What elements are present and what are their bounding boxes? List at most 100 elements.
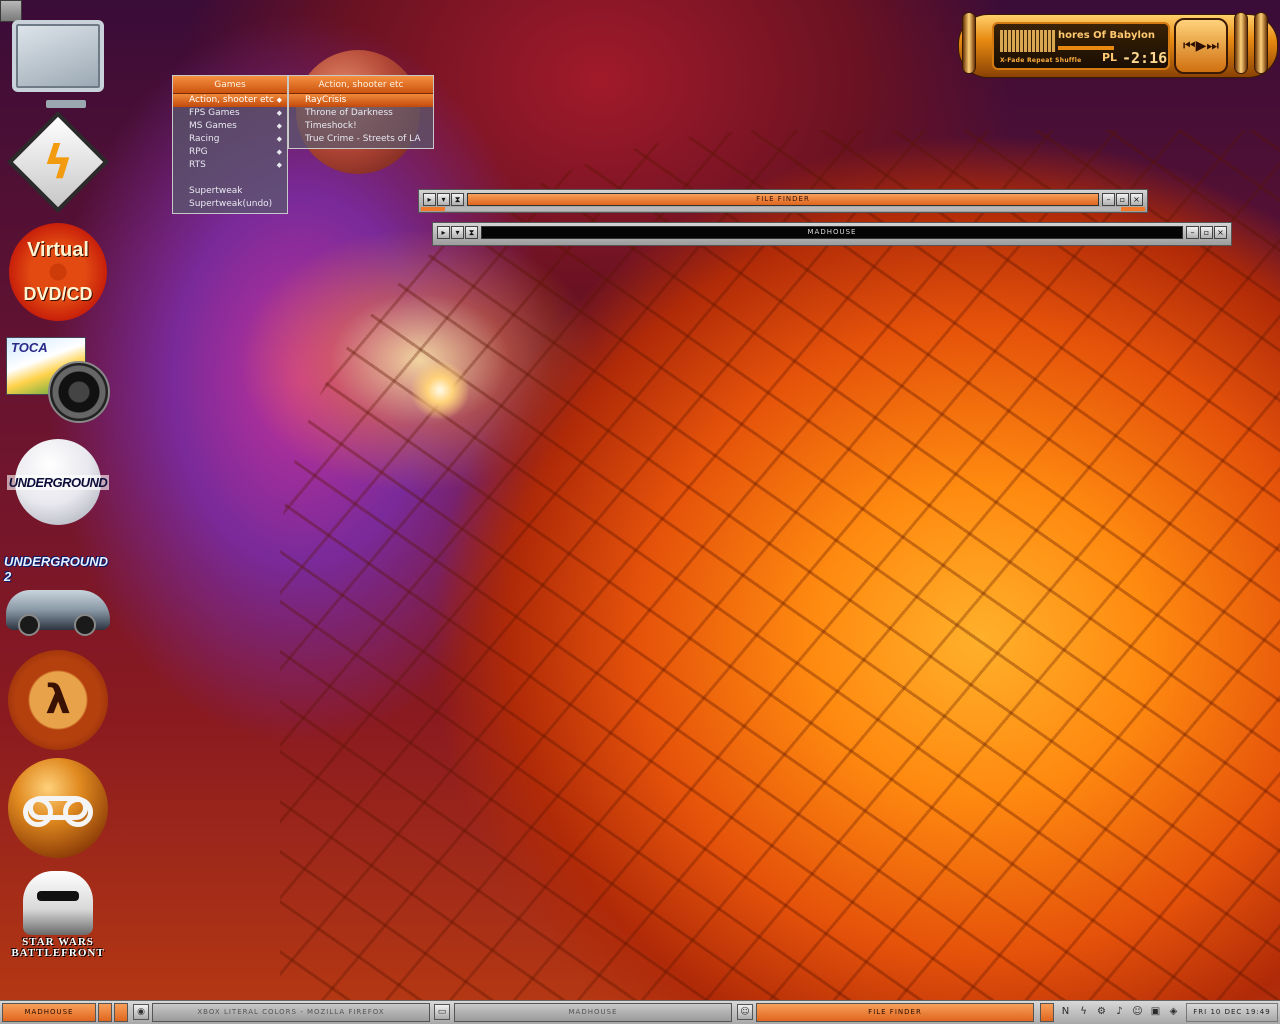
virtual-dvd-label-2: DVD/CD (23, 284, 93, 304)
window-menu-icon[interactable]: ▸ (437, 226, 450, 239)
track-title: hores Of Babylon (1058, 30, 1155, 41)
madhouse-window[interactable]: ▸ ▾ ⧗ MADHOUSE – ▫ × (432, 222, 1232, 246)
right-knob-icon[interactable] (1234, 12, 1248, 74)
nfs-underground-label: UNDERGROUND (6, 474, 110, 490)
minimize-icon[interactable]: – (1102, 193, 1115, 206)
menu-item-throne-of-darkness[interactable]: Throne of Darkness (289, 107, 433, 120)
window-resize-strip[interactable] (421, 207, 1145, 211)
menu-item-racing[interactable]: Racing ◆ (173, 133, 287, 146)
menu-item-label: Racing (189, 134, 220, 144)
taskbar: MADHOUSE ◉ XBOX LITERAL COLORS - MOZILLA… (0, 1000, 1280, 1024)
pin-icon[interactable]: ⧗ (451, 193, 464, 206)
monitor-icon (12, 20, 104, 108)
battlefront-label: STAR WARS BATTLEFRONT (11, 936, 105, 959)
desktop-icon-nfs-underground-2[interactable]: UNDERGROUND 2 (4, 546, 112, 638)
left-knob-icon[interactable] (962, 12, 976, 74)
submenu-arrow-icon: ◆ (276, 109, 282, 117)
visualizer[interactable] (1000, 30, 1056, 52)
firefox-icon: ◉ (133, 1004, 149, 1020)
maximize-icon[interactable]: ▫ (1200, 226, 1213, 239)
playlist-button[interactable]: PL (1102, 51, 1117, 64)
sound-icon[interactable]: ♪ (1112, 1004, 1127, 1020)
winamp-player[interactable]: hores Of Babylon PL -2:16 X-Fade Repeat … (958, 10, 1278, 78)
nfs-underground-2-label: UNDERGROUND 2 (4, 554, 108, 584)
menu-item-label: FPS Games (189, 108, 240, 118)
playback-options[interactable]: X-Fade Repeat Shuffle (1000, 57, 1081, 64)
menu-separator (173, 172, 287, 185)
submenu-arrow-icon: ◆ (276, 96, 282, 104)
close-icon[interactable]: × (1214, 226, 1227, 239)
submenu-arrow-icon: ◆ (276, 122, 282, 130)
half-life-2-icon: λ (8, 650, 108, 750)
maximize-icon[interactable]: ▫ (1116, 193, 1129, 206)
task-file-finder[interactable]: FILE FINDER (756, 1003, 1034, 1022)
menu-item-timeshock[interactable]: Timeshock! (289, 120, 433, 133)
madhouse-title[interactable]: MADHOUSE (481, 226, 1183, 239)
pin-icon[interactable]: ⧗ (465, 226, 478, 239)
track-time[interactable]: -2:16 (1122, 49, 1167, 67)
action-submenu: Action, shooter etc RayCrisis Throne of … (288, 75, 434, 149)
messenger-icon[interactable]: ☺ (1130, 1004, 1145, 1020)
action-submenu-title: Action, shooter etc (289, 76, 433, 94)
menu-item-raycrisis[interactable]: RayCrisis (289, 94, 433, 107)
menu-item-label: Action, shooter etc (189, 95, 274, 105)
tray-toggle-button[interactable] (1040, 1003, 1054, 1022)
n-icon[interactable]: N (1058, 1004, 1073, 1020)
transport-controls[interactable]: ⏮▶⏭ (1174, 18, 1228, 74)
workspace-button[interactable]: MADHOUSE (2, 1003, 96, 1022)
nfs-underground-icon: UNDERGROUND (6, 439, 110, 525)
stormtrooper-icon (23, 871, 93, 935)
planet-surface (280, 130, 1280, 1000)
desktop-icon-winamp[interactable]: ϟ (4, 111, 112, 213)
file-finder-title[interactable]: FILE FINDER (467, 193, 1099, 206)
next-workspace-button[interactable] (114, 1003, 128, 1022)
steering-wheel-icon (48, 361, 110, 423)
menu-item-ms-games[interactable]: MS Games ◆ (173, 120, 287, 133)
submenu-arrow-icon: ◆ (276, 148, 282, 156)
menu-item-supertweak-undo[interactable]: Supertweak(undo) (173, 198, 287, 211)
network-icon[interactable]: ⚙ (1094, 1004, 1109, 1020)
desktop-icon-battlefront[interactable]: STAR WARS BATTLEFRONT (4, 862, 112, 968)
play-pause-icon[interactable]: ⏮▶⏭ (1183, 38, 1219, 54)
prev-workspace-button[interactable] (98, 1003, 112, 1022)
desktop-icon-toca[interactable]: TOCA (4, 334, 112, 426)
chevron-down-icon[interactable]: ▾ (451, 226, 464, 239)
toca-icon: TOCA (4, 335, 112, 425)
games-menu: Games Action, shooter etc ◆ FPS Games ◆ … (172, 75, 288, 214)
chevron-down-icon[interactable]: ▾ (437, 193, 450, 206)
steam-logo-mark (23, 796, 93, 827)
task-firefox[interactable]: XBOX LITERAL COLORS - MOZILLA FIREFOX (152, 1003, 430, 1022)
desktop-icon-virtual-dvd[interactable]: Virtual DVD/CD (4, 222, 112, 322)
clock[interactable]: FRI 10 DEC 19:49 (1186, 1003, 1278, 1022)
desktop-icon-steam[interactable] (4, 758, 112, 858)
window-menu-icon[interactable]: ▸ (423, 193, 436, 206)
winamp-tray-icon[interactable]: ϟ (1076, 1004, 1091, 1020)
task-madhouse[interactable]: MADHOUSE (454, 1003, 732, 1022)
menu-item-label: RTS (189, 160, 206, 170)
minimize-icon[interactable]: – (1186, 226, 1199, 239)
desktop-icon-nfs-underground[interactable]: UNDERGROUND (4, 436, 112, 528)
menu-item-label: RPG (189, 147, 208, 157)
virtual-dvd-icon: Virtual DVD/CD (9, 223, 107, 321)
menu-item-fps[interactable]: FPS Games ◆ (173, 107, 287, 120)
steam-icon (8, 758, 108, 858)
folder-icon: ▭ (434, 1004, 450, 1020)
menu-item-rts[interactable]: RTS ◆ (173, 159, 287, 172)
volume-knob-icon[interactable] (1254, 12, 1268, 74)
shield-icon[interactable]: ◈ (1166, 1004, 1181, 1020)
monitor-tray-icon[interactable]: ▣ (1148, 1004, 1163, 1020)
desktop-icon-half-life-2[interactable]: λ (4, 648, 112, 752)
desktop-icon-my-computer[interactable] (4, 6, 112, 108)
solar-flare (410, 360, 470, 420)
file-finder-icon: ☺ (737, 1004, 753, 1020)
menu-item-label: MS Games (189, 121, 237, 131)
menu-item-rpg[interactable]: RPG ◆ (173, 146, 287, 159)
menu-item-action[interactable]: Action, shooter etc ◆ (173, 94, 287, 107)
menu-item-true-crime[interactable]: True Crime - Streets of LA (289, 133, 433, 146)
car-icon (6, 590, 110, 636)
seek-bar[interactable] (1058, 46, 1114, 50)
menu-item-supertweak[interactable]: Supertweak (173, 185, 287, 198)
close-icon[interactable]: × (1130, 193, 1143, 206)
menu-item-label: Supertweak(undo) (189, 199, 273, 209)
file-finder-window[interactable]: ▸ ▾ ⧗ FILE FINDER – ▫ × (418, 189, 1148, 213)
